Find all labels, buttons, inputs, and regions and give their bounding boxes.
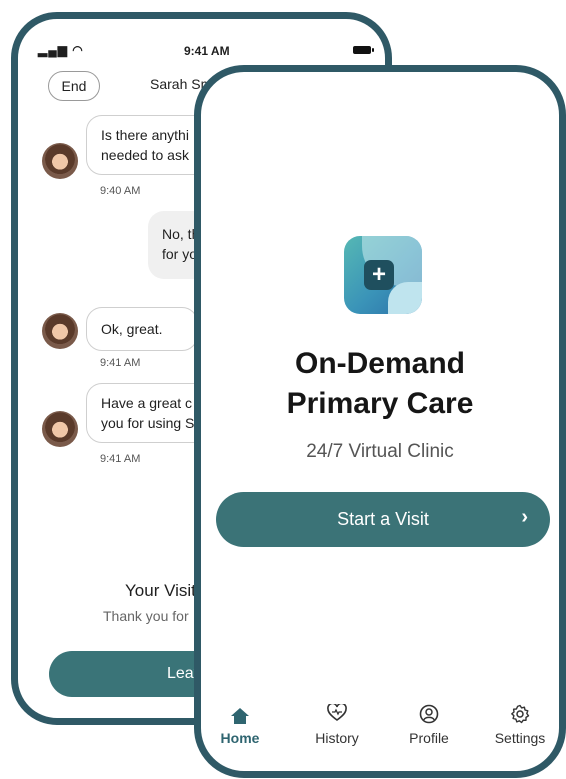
tab-label: Home bbox=[220, 730, 260, 746]
message-timestamp: 9:41 AM bbox=[100, 453, 141, 465]
message-line: Ok, great. bbox=[101, 321, 163, 337]
start-visit-button[interactable]: Start a Visit › bbox=[216, 492, 550, 547]
battery-icon bbox=[353, 46, 374, 54]
start-visit-label: Start a Visit bbox=[337, 509, 429, 529]
tab-settings[interactable]: Settings bbox=[480, 704, 559, 746]
tab-label: Profile bbox=[409, 730, 449, 746]
avatar bbox=[42, 143, 78, 179]
avatar bbox=[42, 313, 78, 349]
message-bubble: Ok, great. bbox=[86, 307, 198, 351]
tab-label: History bbox=[315, 730, 359, 746]
message-timestamp: 9:41 AM bbox=[100, 357, 141, 369]
tab-profile[interactable]: Profile bbox=[389, 704, 469, 746]
profile-icon bbox=[389, 704, 469, 730]
bottom-tab-bar: Home History Profile Settings bbox=[201, 702, 559, 754]
chevron-right-icon: › bbox=[521, 506, 528, 528]
app-title-line: Primary Care bbox=[286, 387, 474, 420]
tab-label: Settings bbox=[494, 730, 546, 746]
heart-icon bbox=[297, 702, 377, 730]
app-subtitle: 24/7 Virtual Clinic bbox=[306, 441, 454, 462]
visit-complete-subtitle: Thank you for bbox=[103, 608, 189, 624]
tab-history[interactable]: History bbox=[297, 702, 377, 746]
app-title-line: On-Demand bbox=[294, 347, 465, 380]
home-phone: + On-Demand Primary Care 24/7 Virtual Cl… bbox=[194, 65, 566, 778]
gear-icon bbox=[480, 704, 559, 730]
status-time: 9:41 AM bbox=[184, 44, 230, 58]
tab-home[interactable]: Home bbox=[201, 704, 280, 746]
avatar bbox=[42, 411, 78, 447]
message-timestamp: 9:40 AM bbox=[100, 185, 141, 197]
medical-plus-icon: + bbox=[364, 260, 394, 290]
signal-wifi-icon: ▂▄▆ ◠ bbox=[38, 43, 84, 57]
end-button[interactable]: End bbox=[48, 71, 100, 101]
status-bar: ▂▄▆ ◠ 9:41 AM bbox=[18, 41, 385, 59]
app-title: On-Demand Primary Care bbox=[201, 344, 559, 424]
app-logo-icon: + bbox=[344, 236, 422, 314]
home-icon bbox=[201, 704, 280, 730]
visit-complete-title: Your Visit bbox=[125, 581, 196, 600]
